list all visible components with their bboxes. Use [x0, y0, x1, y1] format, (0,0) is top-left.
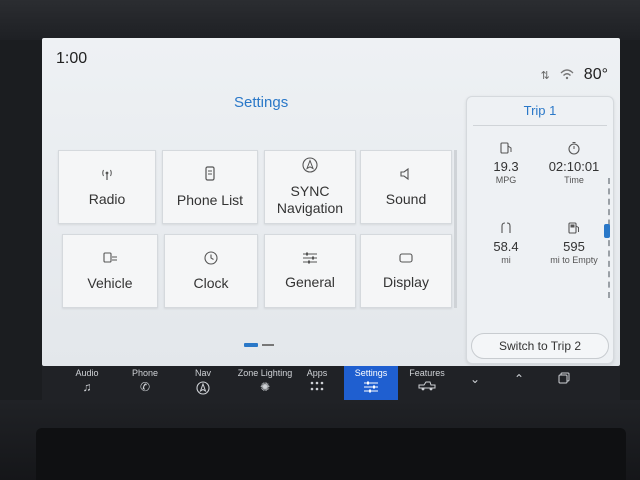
chevron-up-icon[interactable]: ⌃	[514, 372, 524, 386]
trip-unit: mi	[501, 255, 511, 265]
copy-screens-icon[interactable]	[558, 372, 570, 387]
page-title: Settings	[234, 94, 289, 111]
tile-label: Vehicle	[87, 274, 133, 291]
distance-icon	[473, 221, 539, 237]
touchscreen: 1:00 ⇅ 80° Settings Radio Phone List SYN…	[42, 38, 620, 366]
sync-navigation-tile[interactable]: SYNC Navigation	[264, 150, 356, 224]
outside-temperature: 80°	[583, 66, 608, 83]
trip-stat-time: 02:10:01 Time	[541, 141, 607, 185]
nav-label: Audio	[75, 368, 99, 378]
speaker-icon	[399, 167, 413, 183]
trip-unit: Time	[564, 175, 584, 185]
bottom-nav-bar: Audio ♫ Phone ✆ Nav Zone Lighting ✺ Apps…	[42, 366, 620, 402]
bezel-top	[0, 0, 640, 40]
trip-scrollbar-thumb[interactable]	[604, 224, 610, 238]
phone-list-icon	[204, 165, 216, 184]
navigation-icon	[302, 157, 318, 175]
trip-unit: MPG	[495, 175, 517, 185]
tile-label: Sound	[385, 190, 427, 207]
trip-unit: mi to Empty	[550, 255, 598, 265]
tile-label: Radio	[88, 190, 126, 207]
clock-tile[interactable]: Clock	[164, 234, 258, 308]
trip-panel: Trip 1 19.3 MPG 02:10:01 Time 58.4 mi 59…	[466, 96, 614, 364]
nav-navigation[interactable]: Nav	[176, 366, 230, 402]
vehicle-tile[interactable]: Vehicle	[62, 234, 158, 308]
trip-stat-range: 595 mi to Empty	[541, 221, 607, 265]
wifi-icon	[560, 68, 574, 83]
trip-value: 58.4	[493, 239, 519, 254]
tile-label: Clock	[193, 274, 229, 291]
stopwatch-icon	[541, 141, 607, 157]
trip-value: 19.3	[493, 159, 519, 174]
clock-icon	[204, 250, 218, 267]
sound-tile[interactable]: Sound	[360, 150, 452, 224]
divider	[473, 125, 607, 126]
radio-antenna-icon	[100, 167, 114, 183]
page-dot-active	[244, 343, 258, 347]
phone-list-tile[interactable]: Phone List	[162, 150, 258, 224]
display-tile[interactable]: Display	[360, 234, 452, 308]
apps-grid-icon	[310, 381, 324, 394]
tile-label: Display	[383, 273, 429, 290]
nav-audio[interactable]: Audio ♫	[60, 366, 114, 402]
nav-phone[interactable]: Phone ✆	[118, 366, 172, 402]
nav-label: Features	[409, 368, 445, 378]
nav-settings[interactable]: Settings	[344, 366, 398, 402]
bezel-lip	[36, 428, 626, 480]
general-tile[interactable]: General	[264, 234, 356, 308]
status-bar: ⇅ 80°	[541, 66, 608, 84]
tile-label: General	[285, 273, 335, 290]
trip-stat-mpg: 19.3 MPG	[473, 141, 539, 185]
tile-label: SYNC Navigation	[276, 183, 344, 216]
music-note-icon: ♫	[82, 380, 92, 394]
nav-label: Zone Lighting	[237, 368, 293, 378]
trip-value: 02:10:01	[548, 159, 600, 174]
nav-label: Apps	[306, 368, 328, 378]
tile-label: Phone List	[176, 191, 244, 208]
data-transfer-icon: ⇅	[540, 69, 550, 82]
nav-label: Phone	[131, 368, 159, 378]
sliders-icon	[302, 252, 318, 266]
zone-lighting-icon: ✺	[259, 380, 271, 394]
nav-apps[interactable]: Apps	[290, 366, 344, 402]
vehicle-settings-icon	[102, 251, 118, 267]
trip-value: 595	[563, 239, 585, 254]
radio-tile[interactable]: Radio	[58, 150, 156, 224]
trip-title: Trip 1	[523, 103, 557, 118]
clock-time: 1:00	[56, 50, 88, 67]
nav-label: Settings	[354, 368, 388, 378]
nav-zone-lighting[interactable]: Zone Lighting ✺	[232, 366, 298, 402]
page-dot	[262, 344, 274, 346]
nav-label: Nav	[194, 368, 211, 378]
page-indicator	[244, 343, 274, 347]
phone-icon: ✆	[139, 380, 151, 394]
switch-trip-button[interactable]: Switch to Trip 2	[471, 333, 609, 359]
fuel-pump-icon	[541, 221, 607, 237]
display-icon	[398, 252, 414, 266]
nav-features[interactable]: Features	[400, 366, 454, 402]
truck-icon	[418, 381, 436, 394]
trip-scrollbar-track[interactable]	[608, 178, 612, 298]
trip-stat-distance: 58.4 mi	[473, 221, 539, 265]
settings-sliders-icon	[363, 381, 379, 396]
navigation-icon	[196, 381, 210, 398]
chevron-down-icon[interactable]: ⌄	[470, 372, 480, 386]
next-page-edge	[454, 150, 457, 308]
fuel-economy-icon	[473, 141, 539, 157]
